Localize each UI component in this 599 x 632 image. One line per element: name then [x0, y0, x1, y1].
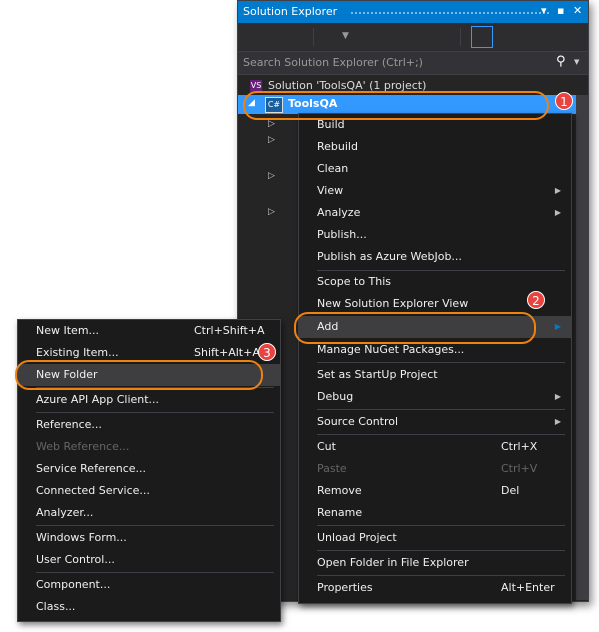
submenu-item-user-control[interactable]: User Control... [18, 549, 280, 571]
menu-item-clean[interactable]: Clean [299, 158, 571, 180]
submenu-arrow-icon: ▶ [554, 392, 561, 401]
pin-icon[interactable]: ▪ [557, 4, 564, 17]
menu-item-analyze[interactable]: Analyze ▶ [299, 202, 571, 224]
window-dropdown-icon[interactable]: ▾ [541, 4, 547, 17]
toolbar-separator [460, 28, 461, 46]
menu-item-unload-project[interactable]: Unload Project [299, 527, 571, 549]
menu-item-publish-azure-webjob[interactable]: Publish as Azure WebJob... [299, 246, 571, 268]
close-icon[interactable]: ✕ [573, 4, 582, 17]
menu-item-view[interactable]: View ▶ [299, 180, 571, 202]
solution-explorer-titlebar: Solution Explorer ▾ ▪ ✕ [238, 1, 588, 23]
submenu-arrow-icon: ▶ [554, 417, 561, 426]
collapsed-arrow-icon[interactable]: ▷ [268, 207, 275, 217]
search-box[interactable]: Search Solution Explorer (Ctrl+;) ⚲ ▼ [238, 51, 588, 75]
menu-item-set-startup-project[interactable]: Set as StartUp Project [299, 364, 571, 386]
submenu-item-windows-form[interactable]: Windows Form... [18, 527, 280, 549]
toolbar-separator [313, 28, 314, 46]
step-badge-2: 2 [527, 291, 545, 309]
toolbar-dropdown-icon[interactable]: ▼ [342, 31, 349, 41]
submenu-item-azure-api-app-client[interactable]: Azure API App Client... [18, 389, 280, 411]
submenu-item-reference[interactable]: Reference... [18, 414, 280, 436]
menu-separator [317, 362, 565, 363]
titlebar-grip[interactable] [350, 11, 550, 15]
menu-separator [36, 412, 274, 413]
menu-item-scope-to-this[interactable]: Scope to This [299, 271, 571, 293]
highlight-ring-new-folder [15, 360, 263, 390]
menu-separator [317, 409, 565, 410]
toolbar-button[interactable] [471, 26, 493, 48]
menu-item-publish[interactable]: Publish... [299, 224, 571, 246]
submenu-arrow-icon: ▶ [554, 186, 561, 195]
step-badge-3: 3 [258, 343, 276, 361]
submenu-item-class[interactable]: Class... [18, 596, 280, 618]
menu-item-rebuild[interactable]: Rebuild [299, 136, 571, 158]
menu-separator [36, 525, 274, 526]
menu-separator [317, 550, 565, 551]
menu-item-remove[interactable]: Remove Del [299, 480, 571, 502]
menu-item-properties[interactable]: Properties Alt+Enter [299, 577, 571, 599]
menu-item-debug[interactable]: Debug ▶ [299, 386, 571, 408]
submenu-arrow-icon: ▶ [554, 208, 561, 217]
highlight-ring-add [294, 312, 536, 344]
collapsed-arrow-icon[interactable]: ▷ [268, 119, 275, 129]
solution-explorer-toolbar: ▼ [238, 23, 588, 51]
menu-item-rename[interactable]: Rename [299, 502, 571, 524]
menu-item-paste: Paste Ctrl+V [317, 462, 538, 475]
search-icon[interactable]: ⚲ [556, 54, 566, 69]
menu-item-cut[interactable]: Cut Ctrl+X [299, 436, 571, 458]
submenu-item-connected-service[interactable]: Connected Service... [18, 480, 280, 502]
highlight-ring-project [243, 91, 549, 120]
vertical-scrollbar[interactable] [576, 95, 588, 600]
collapsed-arrow-icon[interactable]: ▷ [268, 171, 275, 181]
submenu-item-new-item[interactable]: New Item... Ctrl+Shift+A [18, 320, 280, 342]
submenu-item-component[interactable]: Component... [18, 574, 280, 596]
project-context-menu: Build Rebuild Clean View ▶ Analyze ▶ Publi… [298, 113, 572, 604]
search-options-icon[interactable]: ▼ [574, 58, 579, 66]
submenu-item-analyzer[interactable]: Analyzer... [18, 502, 280, 524]
menu-item-source-control[interactable]: Source Control ▶ [299, 411, 571, 433]
search-input[interactable]: Search Solution Explorer (Ctrl+;) [243, 56, 423, 69]
window-title: Solution Explorer [243, 5, 338, 18]
submenu-item-web-reference: Web Reference... [36, 440, 130, 453]
submenu-item-service-reference[interactable]: Service Reference... [18, 458, 280, 480]
submenu-arrow-icon: ▶ [554, 322, 561, 331]
menu-separator [317, 525, 565, 526]
menu-separator [317, 575, 565, 576]
menu-item-open-folder[interactable]: Open Folder in File Explorer [299, 552, 571, 574]
collapsed-arrow-icon[interactable]: ▷ [268, 135, 275, 145]
menu-separator [317, 434, 565, 435]
step-badge-1: 1 [555, 92, 573, 110]
menu-separator [36, 572, 274, 573]
